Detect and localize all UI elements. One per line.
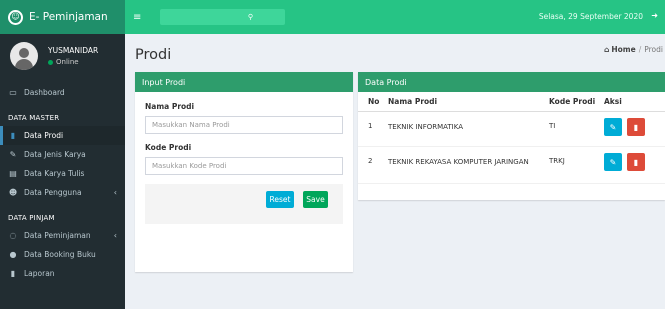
prodi-table: No Nama Prodi Kode Prodi Aksi 1 TEKNIK I… [358, 92, 665, 184]
edit-icon[interactable]: ✎ [604, 153, 622, 171]
delete-icon[interactable]: ▮ [627, 118, 645, 136]
menu-header-master: DATA MASTER [8, 114, 60, 122]
karya-tulis-icon: ▤ [9, 169, 17, 178]
kode-prodi-label: Kode Prodi [145, 143, 192, 152]
user-status: Online [48, 58, 98, 66]
chevron-left-icon: ‹ [113, 188, 117, 197]
chevron-left-icon: ‹ [113, 231, 117, 240]
cell-no: 1 [368, 122, 373, 130]
search-icon[interactable]: ⚲ [248, 13, 253, 21]
user-status-label: Online [56, 58, 79, 66]
jenis-karya-icon: ✎ [9, 150, 17, 159]
sidebar-item-data-booking-buku[interactable]: ● Data Booking Buku [0, 245, 125, 264]
sidebar-item-label: Data Booking Buku [24, 250, 96, 259]
dashboard-icon: ▭ [9, 88, 17, 97]
app-logo-icon: ☺ [8, 9, 23, 25]
sidebar: ☺ E- Peminjaman YUSMANIDAR Online ▭ Dash… [0, 0, 125, 309]
edit-icon[interactable]: ✎ [604, 118, 622, 136]
sidebar-item-data-karya-tulis[interactable]: ▤ Data Karya Tulis [0, 164, 125, 183]
online-dot-icon [48, 59, 53, 65]
current-date: Selasa, 29 September 2020 [538, 12, 643, 21]
home-icon: ⌂ [604, 45, 610, 54]
form-footer: Reset Save [145, 184, 343, 224]
sidebar-item-label: Data Pengguna [24, 188, 82, 197]
nama-prodi-input[interactable]: Masukkan Nama Prodi [145, 116, 343, 134]
data-prodi-box: Data Prodi No Nama Prodi Kode Prodi Aksi… [358, 72, 665, 200]
sidebar-item-laporan[interactable]: ▮ Laporan [0, 264, 125, 283]
breadcrumb-separator: / [638, 45, 642, 54]
cell-kode-prodi: TI [549, 122, 556, 130]
sidebar-item-label: Dashboard [24, 88, 65, 97]
sidebar-item-label: Data Prodi [24, 131, 64, 140]
avatar [10, 42, 38, 70]
pengguna-icon: ☻ [8, 188, 18, 197]
topbar: ≡ ⚲ Selasa, 29 September 2020 ➜ [125, 0, 665, 34]
save-button[interactable]: Save [303, 191, 328, 208]
laporan-icon: ▮ [10, 269, 16, 278]
sidebar-item-data-jenis-karya[interactable]: ✎ Data Jenis Karya [0, 145, 125, 164]
column-header: Nama Prodi [388, 96, 438, 106]
table-row: 1 TEKNIK INFORMATIKA TI ✎ ▮ [358, 112, 665, 147]
sidebar-item-label: Data Karya Tulis [24, 169, 85, 178]
main-content: Prodi ⌂ Home / Prodi Input Prodi Nama Pr… [125, 34, 665, 309]
booking-icon: ● [9, 250, 17, 259]
nama-prodi-label: Nama Prodi [145, 102, 195, 111]
box-title: Data Prodi [358, 72, 665, 92]
cell-kode-prodi: TRKJ [549, 157, 565, 165]
sidebar-item-label: Data Jenis Karya [24, 150, 86, 159]
menu-header-pinjam: DATA PINJAM [8, 214, 55, 222]
box-title: Input Prodi [135, 72, 353, 92]
peminjaman-icon: ◌ [9, 231, 17, 240]
input-prodi-box: Input Prodi Nama Prodi Masukkan Nama Pro… [135, 72, 353, 272]
column-header: Aksi [604, 97, 622, 106]
cell-no: 2 [368, 157, 373, 165]
sidebar-item-dashboard[interactable]: ▭ Dashboard [0, 83, 125, 102]
sidebar-item-label: Laporan [24, 269, 55, 278]
app-title: E- Peminjaman [29, 11, 108, 23]
page-title: Prodi [135, 47, 172, 63]
column-header: No [368, 97, 380, 106]
sidebar-item-data-pengguna[interactable]: ☻ Data Pengguna ‹ [0, 183, 125, 202]
table-header-row: No Nama Prodi Kode Prodi Aksi [358, 92, 665, 112]
user-name: YUSMANIDAR [48, 46, 99, 55]
breadcrumb-current: Prodi [644, 45, 663, 54]
kode-prodi-input[interactable]: Masukkan Kode Prodi [145, 157, 343, 175]
cell-nama-prodi: TEKNIK REKAYASA KOMPUTER JARINGAN [388, 158, 529, 166]
user-panel: YUSMANIDAR Online [0, 34, 125, 78]
cell-nama-prodi: TEKNIK INFORMATIKA [388, 123, 463, 131]
sidebar-item-data-peminjaman[interactable]: ◌ Data Peminjaman ‹ [0, 226, 125, 245]
breadcrumb-home[interactable]: ⌂ Home [604, 45, 636, 54]
cell-aksi: ✎ ▮ [604, 153, 664, 171]
reset-button[interactable]: Reset [266, 191, 294, 208]
brand[interactable]: ☺ E- Peminjaman [0, 0, 125, 34]
cell-aksi: ✎ ▮ [604, 118, 664, 136]
search-input[interactable]: ⚲ [160, 9, 285, 25]
column-header: Kode Prodi [549, 97, 596, 106]
table-row: 2 TEKNIK REKAYASA KOMPUTER JARINGAN TRKJ… [358, 147, 665, 184]
hamburger-icon[interactable]: ≡ [125, 12, 147, 23]
logout-icon[interactable]: ➜ [651, 11, 658, 20]
prodi-icon: ▮ [10, 131, 16, 140]
breadcrumb: ⌂ Home / Prodi [604, 45, 663, 54]
sidebar-item-label: Data Peminjaman [24, 231, 91, 240]
sidebar-item-data-prodi[interactable]: ▮ Data Prodi [0, 126, 125, 145]
delete-icon[interactable]: ▮ [627, 153, 645, 171]
